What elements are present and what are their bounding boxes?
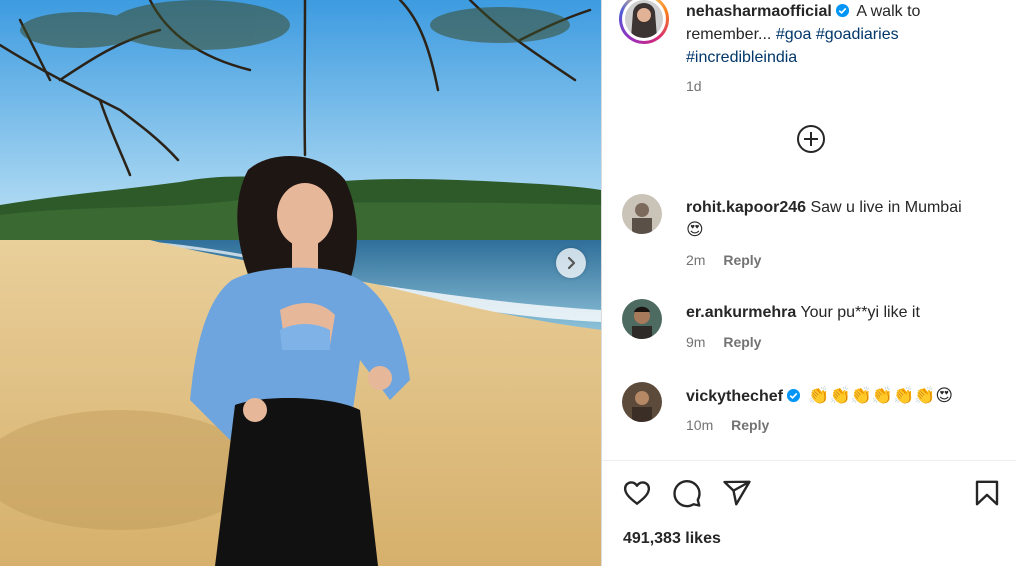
comment-text: vickythechef 👏👏👏👏👏👏😍 (686, 385, 1006, 408)
chevron-right-icon (567, 256, 576, 270)
verified-badge-icon (835, 3, 849, 18)
bookmark-icon (975, 480, 999, 506)
commenter-username[interactable]: vickythechef (686, 388, 783, 405)
comment-body: Saw u live in Mumbai (810, 199, 962, 216)
comment-meta: 10m Reply (686, 417, 769, 433)
comment-time: 2m (686, 252, 706, 268)
author-avatar[interactable] (619, 0, 669, 44)
hashtag-goa[interactable]: #goa (776, 26, 812, 43)
comment-text: rohit.kapoor246 Saw u live in Mumbai 😍 (686, 197, 1006, 242)
comment-emoji: 😍 (686, 220, 704, 239)
save-button[interactable] (972, 478, 1002, 510)
commenter-username[interactable]: er.ankurmehra (686, 304, 796, 321)
comment-icon (673, 479, 701, 508)
commenter-avatar[interactable] (622, 299, 662, 339)
like-button[interactable] (622, 478, 652, 510)
commenter-username[interactable]: rohit.kapoor246 (686, 199, 806, 216)
heart-icon (623, 481, 651, 505)
commenter-avatar[interactable] (622, 194, 662, 234)
comment-text: er.ankurmehra Your pu**yi like it (686, 302, 1006, 324)
section-divider (602, 460, 1016, 461)
likes-count[interactable]: 491,383 likes (623, 530, 721, 548)
comment-button[interactable] (672, 478, 702, 510)
commenter-avatar[interactable] (622, 382, 662, 422)
post-caption: nehasharmaofficial A walk to remember...… (686, 0, 1006, 98)
reply-button[interactable]: Reply (723, 334, 761, 350)
hashtag-goadiaries[interactable]: #goadiaries (816, 26, 899, 43)
reply-button[interactable]: Reply (723, 252, 761, 268)
comment-time: 10m (686, 417, 714, 433)
post-age: 1d (686, 78, 702, 94)
caption-text-line-1: A walk to (856, 3, 921, 20)
beach-photo (0, 0, 601, 566)
author-username[interactable]: nehasharmaofficial (686, 3, 832, 20)
verified-badge-icon (786, 388, 800, 403)
instagram-post-modal: nehasharmaofficial A walk to remember...… (0, 0, 1016, 566)
add-circle-icon (797, 125, 825, 153)
hashtag-incredibleindia[interactable]: #incredibleindia (686, 49, 797, 66)
post-image[interactable] (0, 0, 601, 566)
comment-meta: 2m Reply (686, 252, 761, 268)
post-details-panel: nehasharmaofficial A walk to remember...… (601, 0, 1016, 566)
load-more-comments-button[interactable] (796, 124, 826, 159)
reply-button[interactable]: Reply (731, 417, 769, 433)
comment-emoji: 👏👏👏👏👏👏😍 (808, 386, 954, 405)
next-image-button[interactable] (556, 248, 586, 278)
comment-body: Your pu**yi like it (800, 304, 920, 321)
author-avatar-image (625, 0, 663, 38)
share-icon (723, 480, 751, 506)
caption-text-line-2: remember... (686, 26, 772, 43)
comment-time: 9m (686, 334, 706, 350)
share-button[interactable] (722, 478, 752, 510)
comment-meta: 9m Reply (686, 334, 761, 350)
